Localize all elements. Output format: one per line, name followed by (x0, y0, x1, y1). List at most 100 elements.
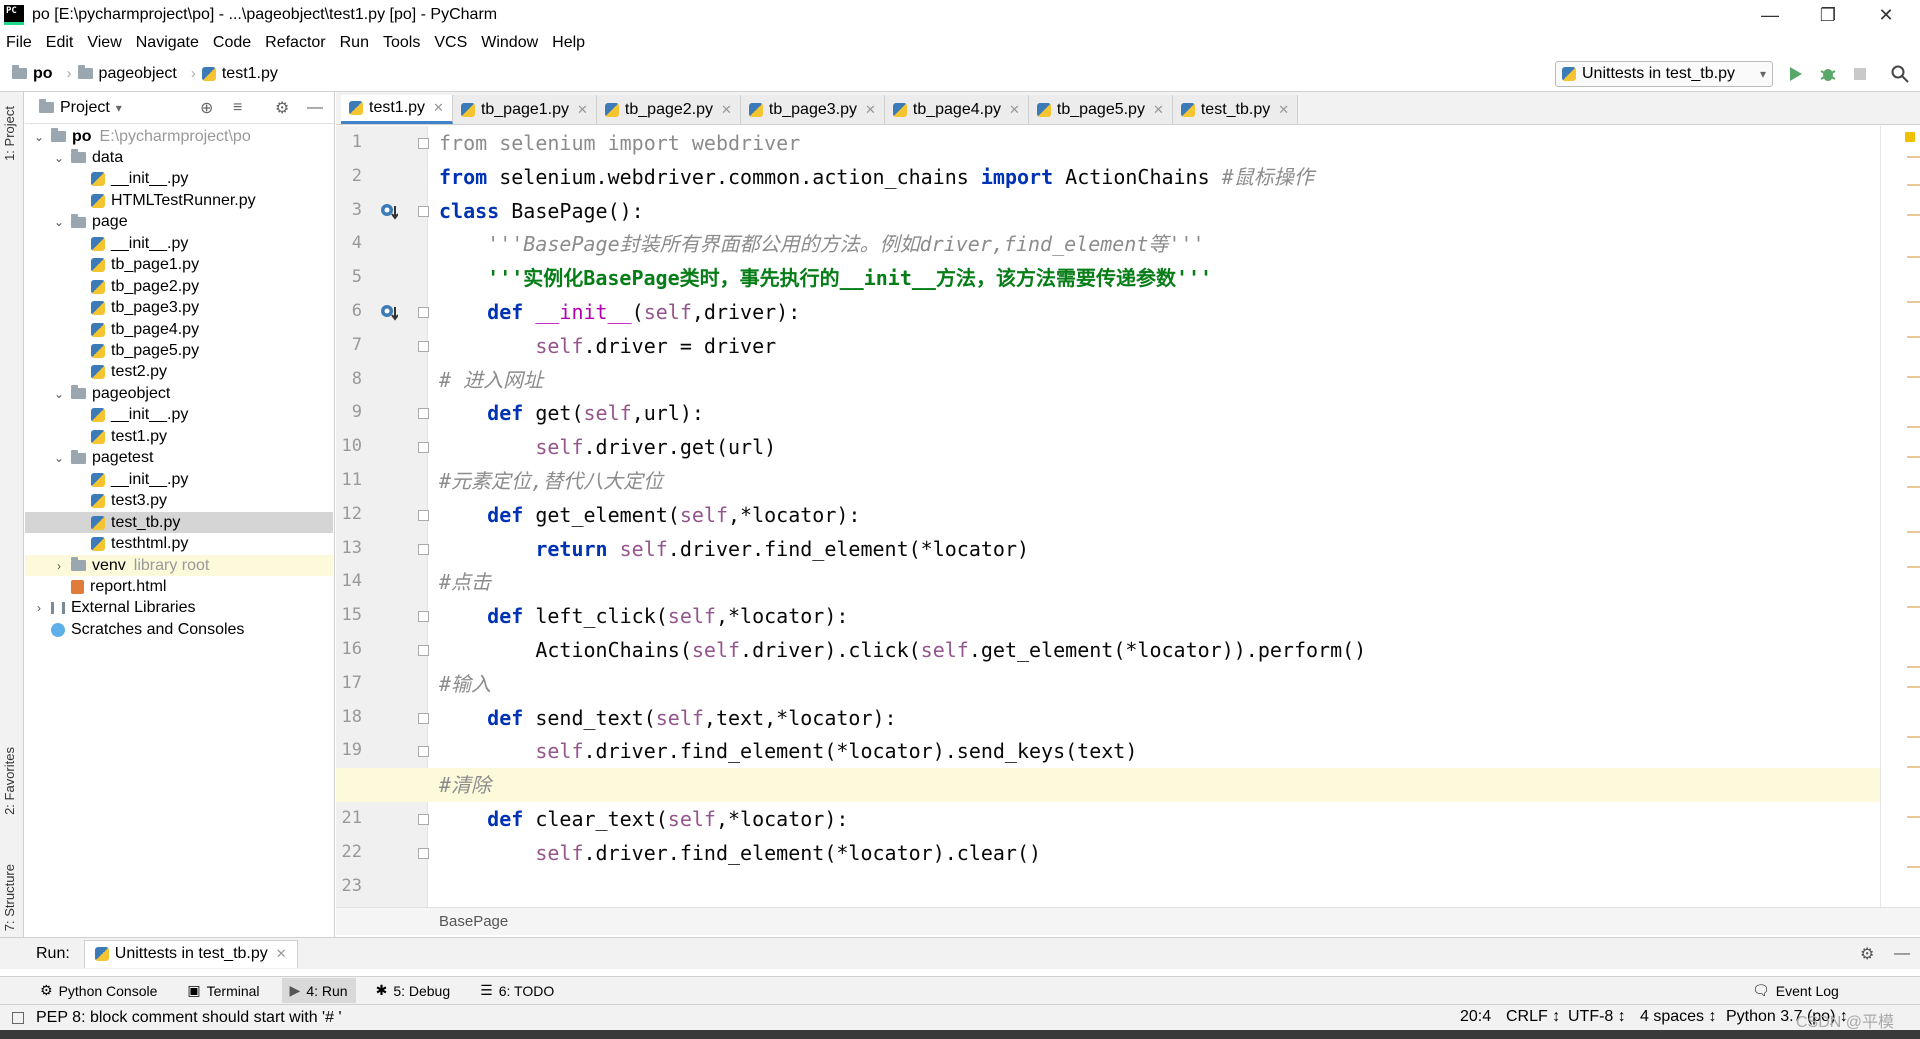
fold-marker-icon[interactable] (418, 847, 429, 859)
warning-marker[interactable] (1907, 606, 1920, 608)
fold-marker-icon[interactable] (418, 814, 429, 825)
warning-marker[interactable] (1907, 486, 1920, 488)
close-tab-icon[interactable]: ✕ (721, 102, 732, 118)
code-line[interactable]: class BasePage(): (439, 194, 644, 228)
menu-code[interactable]: Code (213, 34, 251, 52)
tree-item[interactable]: __init__.py (25, 233, 333, 254)
tab-todo[interactable]: ☰ 6: TODO (480, 982, 554, 999)
fold-marker-icon[interactable] (418, 408, 429, 420)
editor-tab[interactable]: tb_page4.py ✕ (884, 95, 1029, 124)
close-tab-icon[interactable]: ✕ (865, 102, 876, 118)
tab-python-console[interactable]: ⚙ Python Console (40, 982, 157, 999)
close-icon[interactable]: ✕ (276, 946, 287, 962)
chevron-right-icon[interactable]: › (51, 559, 67, 573)
menu-run[interactable]: Run (340, 34, 369, 52)
menu-vcs[interactable]: VCS (434, 34, 467, 52)
warning-marker[interactable] (1907, 866, 1920, 868)
tree-item[interactable]: tb_page4.py (25, 319, 333, 340)
code-line[interactable]: from selenium.webdriver.common.action_ch… (439, 160, 1314, 194)
menu-window[interactable]: Window (481, 34, 538, 52)
editor-tab[interactable]: test1.py ✕ (341, 95, 453, 124)
error-stripe[interactable] (1880, 126, 1920, 907)
tab-terminal[interactable]: ▣ Terminal (187, 982, 259, 999)
tree-item[interactable]: __init__.py (25, 169, 333, 190)
warning-marker[interactable] (1907, 256, 1920, 258)
stop-icon[interactable] (1850, 64, 1870, 84)
project-view-select[interactable]: Project (60, 99, 110, 117)
code-line[interactable]: '''实例化BasePage类时，事先执行的__init__方法，该方法需要传递… (439, 261, 1212, 295)
collapse-all-icon[interactable]: ≡ (233, 99, 242, 117)
close-tab-icon[interactable]: ✕ (1009, 102, 1020, 118)
warning-marker[interactable] (1907, 686, 1920, 688)
locate-icon[interactable]: ⊕ (200, 98, 213, 118)
restore-icon[interactable]: ❐ (1800, 0, 1856, 30)
code-line[interactable]: def get_element(self,*locator): (439, 498, 860, 532)
tree-item[interactable]: ⌄ po E:\pycharmproject\po (25, 126, 333, 147)
warning-marker[interactable] (1907, 184, 1920, 186)
tree-item[interactable]: report.html (25, 576, 333, 597)
tree-item[interactable]: ⌄ data (25, 147, 333, 168)
chevron-right-icon[interactable]: › (31, 601, 47, 615)
menu-navigate[interactable]: Navigate (136, 34, 199, 52)
event-log-button[interactable]: 🗨 Event Log (1752, 982, 1839, 999)
tree-item[interactable]: tb_page3.py (25, 298, 333, 319)
tree-item[interactable]: › venv library root (25, 555, 333, 576)
close-tab-icon[interactable]: ✕ (1278, 102, 1289, 118)
close-tab-icon[interactable]: ✕ (1153, 102, 1164, 118)
hide-panel-icon[interactable]: ― (1894, 945, 1910, 963)
code-line[interactable]: self.driver.get(url) (439, 430, 776, 464)
editor-tab[interactable]: tb_page2.py ✕ (596, 95, 741, 124)
code-line[interactable]: #点击 (439, 565, 491, 599)
menu-tools[interactable]: Tools (383, 34, 420, 52)
chevron-down-icon[interactable]: ▾ (116, 101, 122, 115)
code-line[interactable]: #元素定位,替代八大定位 (439, 464, 663, 498)
code-line[interactable]: def send_text(self,text,*locator): (439, 701, 896, 735)
tab-run[interactable]: ▶ 4: Run (281, 978, 356, 1003)
chevron-down-icon[interactable]: ⌄ (51, 151, 67, 165)
override-marker-icon[interactable] (380, 202, 399, 220)
debug-icon[interactable] (1818, 64, 1838, 84)
code-line[interactable]: '''BasePage封装所有界面都公用的方法。例如driver,find_el… (439, 227, 1204, 261)
tool-tab-structure[interactable]: 7: Structure (2, 864, 17, 931)
code-line[interactable]: ActionChains(self.driver).click(self.get… (439, 633, 1366, 667)
override-marker-icon[interactable] (380, 303, 399, 321)
breadcrumb-po[interactable]: po (12, 65, 53, 83)
fold-marker-icon[interactable] (418, 307, 429, 318)
tree-item[interactable]: __init__.py (25, 469, 333, 490)
code-line[interactable]: def clear_text(self,*locator): (439, 802, 848, 836)
caret-position[interactable]: 20:4 (1460, 1008, 1491, 1026)
warning-marker[interactable] (1907, 376, 1920, 378)
warning-marker[interactable] (1907, 336, 1920, 338)
tree-item[interactable]: HTMLTestRunner.py (25, 190, 333, 211)
code-line[interactable]: # 进入网址 (439, 363, 543, 397)
tree-item[interactable]: ⌄ pagetest (25, 448, 333, 469)
tab-debug[interactable]: ✱ 5: Debug (376, 982, 451, 999)
tree-item[interactable]: test3.py (25, 491, 333, 512)
chevron-down-icon[interactable]: ⌄ (31, 130, 47, 144)
fold-marker-icon[interactable] (418, 746, 429, 758)
tree-item[interactable]: tb_page2.py (25, 276, 333, 297)
warning-marker[interactable] (1907, 426, 1920, 428)
fold-marker-icon[interactable] (418, 138, 429, 149)
fold-marker-icon[interactable] (418, 645, 429, 656)
warning-indicator-icon[interactable] (1905, 132, 1915, 142)
fold-marker-icon[interactable] (418, 442, 429, 454)
editor-breadcrumb[interactable]: BasePage (336, 907, 1920, 935)
code-line[interactable]: return self.driver.find_element(*locator… (439, 532, 1029, 566)
menu-file[interactable]: File (6, 34, 32, 52)
fold-marker-icon[interactable] (418, 543, 429, 555)
chevron-down-icon[interactable]: ⌄ (51, 387, 67, 401)
warning-marker[interactable] (1907, 816, 1920, 818)
line-separator-select[interactable]: CRLF ↕ (1506, 1008, 1560, 1026)
code-line[interactable]: self.driver.find_element(*locator).clear… (439, 836, 1041, 870)
editor-tab[interactable]: tb_page3.py ✕ (740, 95, 885, 124)
minimize-icon[interactable]: ― (1742, 0, 1798, 30)
warning-marker[interactable] (1907, 566, 1920, 568)
editor-tab[interactable]: tb_page5.py ✕ (1028, 95, 1173, 124)
search-icon[interactable] (1890, 64, 1910, 84)
code-line[interactable]: self.driver.find_element(*locator).send_… (439, 734, 1137, 768)
breadcrumb-file[interactable]: test1.py (201, 65, 278, 83)
code-editor[interactable]: from selenium import webdriver from selen… (429, 126, 1879, 907)
tree-item[interactable]: test_tb.py (25, 512, 333, 534)
toggle-tool-windows-icon[interactable] (12, 1011, 24, 1024)
